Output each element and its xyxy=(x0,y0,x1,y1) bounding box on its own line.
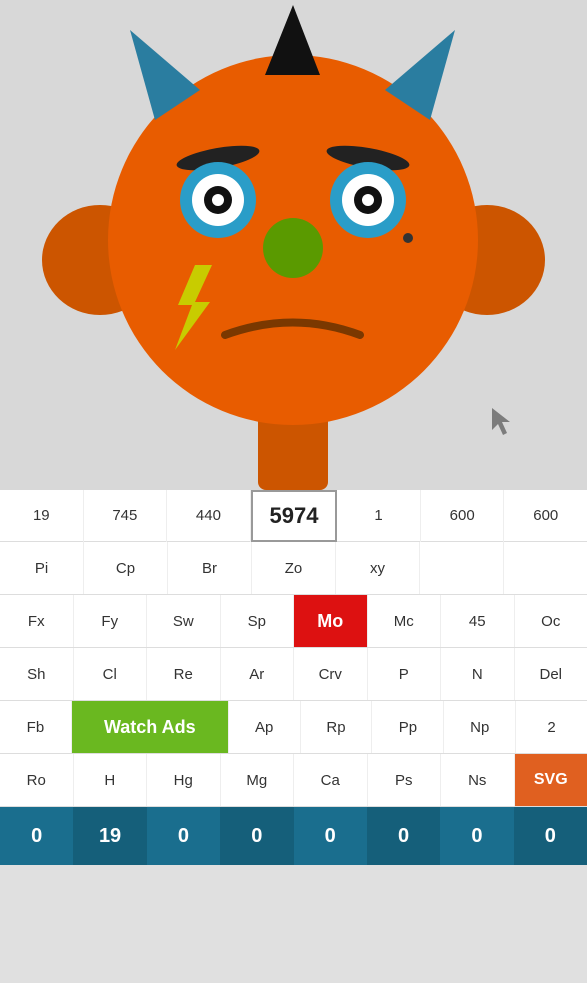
cell-mo[interactable]: Mo xyxy=(294,595,368,647)
score-0[interactable]: 0 xyxy=(0,807,73,865)
cell-ro[interactable]: Ro xyxy=(0,754,74,806)
score-0b[interactable]: 0 xyxy=(147,807,220,865)
cell-ca[interactable]: Ca xyxy=(294,754,368,806)
row-1: Pi Cp Br Zo xy xyxy=(0,542,587,595)
cell-ps[interactable]: Ps xyxy=(368,754,442,806)
cell-br[interactable]: Br xyxy=(168,542,252,594)
score-0f[interactable]: 0 xyxy=(440,807,513,865)
cell-mg[interactable]: Mg xyxy=(221,754,295,806)
cell-re[interactable]: Re xyxy=(147,648,221,700)
cell-600b[interactable]: 600 xyxy=(504,490,587,542)
score-0c[interactable]: 0 xyxy=(220,807,293,865)
cell-pi[interactable]: Pi xyxy=(0,542,84,594)
cell-ap[interactable]: Ap xyxy=(229,701,301,753)
score-0e[interactable]: 0 xyxy=(367,807,440,865)
cell-r1c7[interactable] xyxy=(504,542,587,594)
cell-600a[interactable]: 600 xyxy=(421,490,505,542)
cell-del[interactable]: Del xyxy=(515,648,587,700)
cell-440[interactable]: 440 xyxy=(167,490,251,542)
cell-sw[interactable]: Sw xyxy=(147,595,221,647)
grid-area: 19 745 440 5974 1 600 600 Pi Cp Br Zo xy… xyxy=(0,490,587,865)
cell-h[interactable]: H xyxy=(74,754,148,806)
cell-n[interactable]: N xyxy=(441,648,515,700)
row-2: Fx Fy Sw Sp Mo Mc 45 Oc xyxy=(0,595,587,648)
cell-rp[interactable]: Rp xyxy=(301,701,373,753)
character-svg xyxy=(0,0,587,490)
cell-fy[interactable]: Fy xyxy=(74,595,148,647)
numbers-row: 19 745 440 5974 1 600 600 xyxy=(0,490,587,542)
score-row: 0 19 0 0 0 0 0 0 xyxy=(0,807,587,865)
score-0d[interactable]: 0 xyxy=(294,807,367,865)
cell-45[interactable]: 45 xyxy=(441,595,515,647)
cell-ar[interactable]: Ar xyxy=(221,648,295,700)
cell-sh[interactable]: Sh xyxy=(0,648,74,700)
row-5: Ro H Hg Mg Ca Ps Ns SVG xyxy=(0,754,587,807)
watch-ads-button[interactable]: Watch Ads xyxy=(72,701,229,753)
score-0g[interactable]: 0 xyxy=(514,807,587,865)
cell-hg[interactable]: Hg xyxy=(147,754,221,806)
cell-745[interactable]: 745 xyxy=(84,490,168,542)
cell-2[interactable]: 2 xyxy=(516,701,587,753)
cell-cl[interactable]: Cl xyxy=(74,648,148,700)
row-3: Sh Cl Re Ar Crv P N Del xyxy=(0,648,587,701)
score-19[interactable]: 19 xyxy=(73,807,146,865)
cell-cp[interactable]: Cp xyxy=(84,542,168,594)
cell-fx[interactable]: Fx xyxy=(0,595,74,647)
cell-crv[interactable]: Crv xyxy=(294,648,368,700)
cell-xy[interactable]: xy xyxy=(336,542,420,594)
cell-sp[interactable]: Sp xyxy=(221,595,295,647)
cell-ns[interactable]: Ns xyxy=(441,754,515,806)
cell-oc[interactable]: Oc xyxy=(515,595,587,647)
cell-r1c6[interactable] xyxy=(420,542,504,594)
cell-fb[interactable]: Fb xyxy=(0,701,72,753)
cell-1[interactable]: 1 xyxy=(337,490,421,542)
row-4: Fb Watch Ads Ap Rp Pp Np 2 xyxy=(0,701,587,754)
cell-pp[interactable]: Pp xyxy=(372,701,444,753)
cell-5974[interactable]: 5974 xyxy=(251,490,338,542)
cell-19[interactable]: 19 xyxy=(0,490,84,542)
character-display xyxy=(0,0,587,490)
cell-p[interactable]: P xyxy=(368,648,442,700)
cell-svg[interactable]: SVG xyxy=(515,754,587,806)
cell-mc[interactable]: Mc xyxy=(368,595,442,647)
cell-zo[interactable]: Zo xyxy=(252,542,336,594)
cell-np[interactable]: Np xyxy=(444,701,516,753)
